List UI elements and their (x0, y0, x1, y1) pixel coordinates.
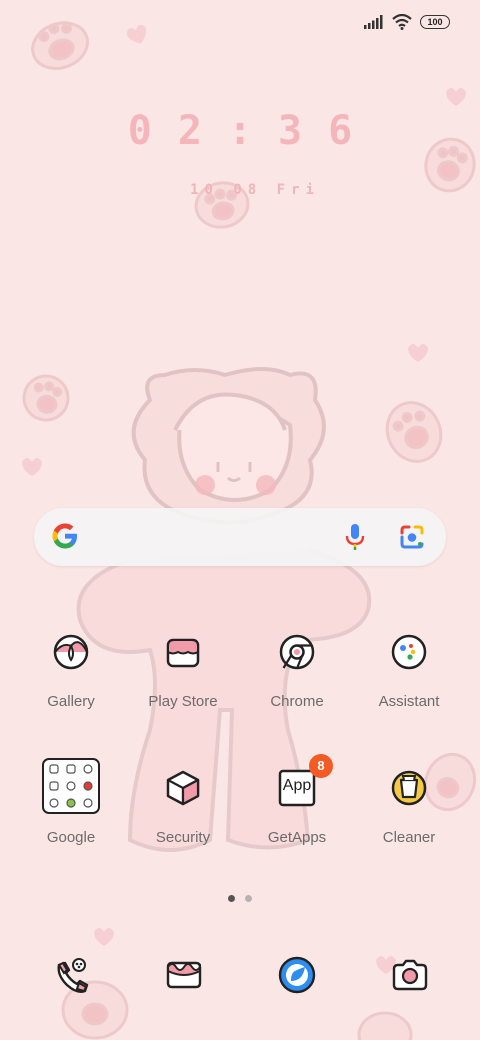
messages-icon (166, 961, 202, 989)
app-assistant[interactable]: Assistant (354, 632, 464, 710)
dock-browser[interactable] (277, 955, 317, 995)
app-label: GetApps (267, 829, 327, 846)
wifi-icon (392, 14, 412, 30)
app-gallery[interactable]: Gallery (16, 632, 126, 710)
dock-camera[interactable] (390, 955, 430, 995)
google-search-bar[interactable] (34, 508, 446, 566)
page-dot-active (228, 895, 235, 902)
app-cleaner[interactable]: Cleaner (354, 768, 464, 846)
page-indicator (228, 895, 252, 902)
battery-icon: 100 (420, 15, 450, 29)
app-label: Play Store (148, 693, 218, 710)
page-dot (245, 895, 252, 902)
camera-icon (392, 959, 428, 991)
chrome-icon (277, 632, 317, 672)
getapps-icon-text: App (282, 777, 312, 794)
microphone-icon[interactable] (344, 522, 366, 552)
phone-icon (57, 958, 89, 993)
app-label: Security (155, 829, 211, 846)
app-label: Cleaner (382, 829, 436, 846)
notification-badge: 8 (309, 754, 333, 778)
google-logo-icon (52, 523, 77, 549)
app-getapps[interactable]: App 8 GetApps (242, 754, 352, 846)
app-google-folder[interactable]: Google (16, 758, 126, 846)
app-play-store[interactable]: Play Store (128, 632, 238, 710)
app-label: Chrome (270, 693, 324, 710)
google-folder-icon (41, 758, 101, 814)
assistant-icon (389, 632, 429, 672)
clock-widget[interactable]: 02:36 10 08 Fri (0, 108, 480, 198)
dock-messages[interactable] (164, 955, 204, 995)
app-security[interactable]: Security (128, 768, 238, 846)
getapps-icon: App 8 (277, 754, 333, 808)
cleaner-icon (389, 768, 429, 808)
signal-icon (364, 15, 383, 29)
status-bar: 100 (364, 14, 450, 30)
dock-phone[interactable] (51, 955, 91, 995)
google-lens-icon[interactable] (398, 523, 426, 551)
clock-time: 02:36 (127, 108, 379, 154)
play-store-icon (163, 632, 203, 672)
security-icon (163, 768, 203, 808)
app-label: Gallery (47, 693, 95, 710)
app-chrome[interactable]: Chrome (242, 632, 352, 710)
browser-icon (278, 956, 316, 994)
clock-date: 10 08 Fri (190, 182, 320, 198)
gallery-icon (51, 632, 91, 672)
app-label: Assistant (378, 693, 440, 710)
app-label: Google (46, 829, 96, 846)
